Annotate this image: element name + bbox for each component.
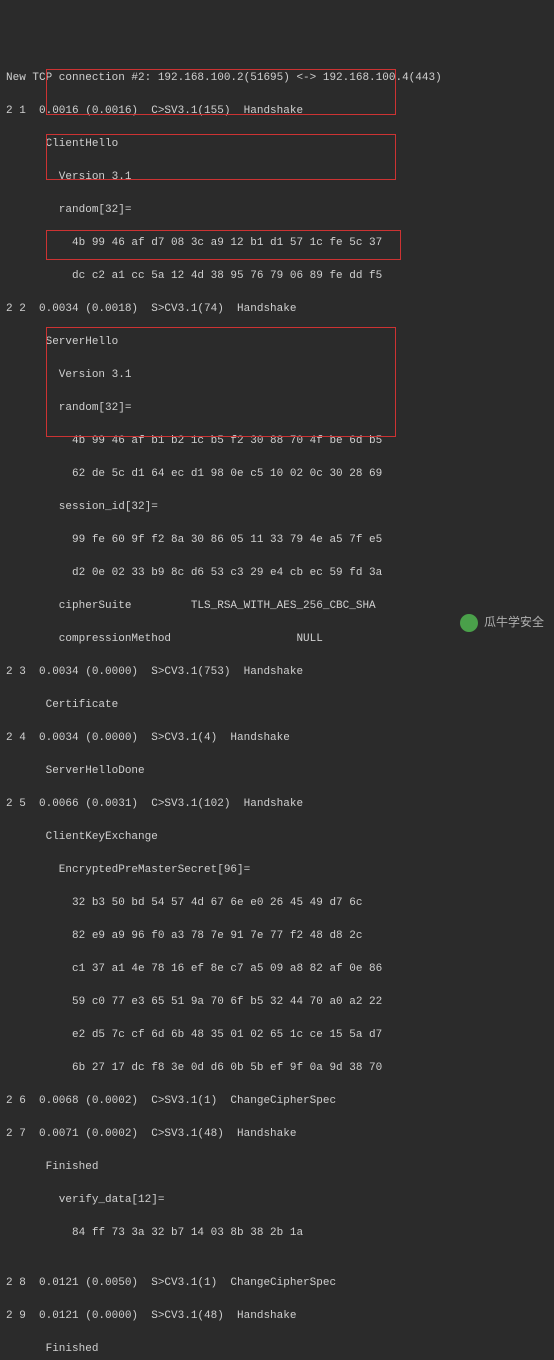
- record-2-1: 2 1 0.0016 (0.0016) C>SV3.1(155) Handsha…: [6, 103, 548, 120]
- record-2-2: 2 2 0.0034 (0.0018) S>CV3.1(74) Handshak…: [6, 301, 548, 318]
- server-random-1: 4b 99 46 af b1 b2 1c b5 f2 30 88 70 4f b…: [6, 433, 548, 450]
- server-hello-label: ServerHello: [6, 334, 548, 351]
- epms-5: e2 d5 7c cf 6d 6b 48 35 01 02 65 1c ce 1…: [6, 1027, 548, 1044]
- epms-6: 6b 27 17 dc f8 3e 0d d6 0b 5b ef 9f 0a 9…: [6, 1060, 548, 1077]
- session-id-1: 99 fe 60 9f f2 8a 30 86 05 11 33 79 4e a…: [6, 532, 548, 549]
- record-2-4: 2 4 0.0034 (0.0000) S>CV3.1(4) Handshake: [6, 730, 548, 747]
- connection-header: New TCP connection #2: 192.168.100.2(516…: [6, 70, 548, 87]
- epms-1: 32 b3 50 bd 54 57 4d 67 6e e0 26 45 49 d…: [6, 895, 548, 912]
- watermark: 瓜牛学安全: [460, 614, 544, 632]
- compression-method: compressionMethod NULL: [6, 631, 548, 648]
- client-key-exchange: ClientKeyExchange: [6, 829, 548, 846]
- certificate-label: Certificate: [6, 697, 548, 714]
- record-2-7: 2 7 0.0071 (0.0002) C>SV3.1(48) Handshak…: [6, 1126, 548, 1143]
- finished-2: Finished: [6, 1341, 548, 1358]
- server-hello-version: Version 3.1: [6, 367, 548, 384]
- client-hello-version: Version 3.1: [6, 169, 548, 186]
- epms-3: c1 37 a1 4e 78 16 ef 8e c7 a5 09 a8 82 a…: [6, 961, 548, 978]
- record-2-8: 2 8 0.0121 (0.0050) S>CV3.1(1) ChangeCip…: [6, 1275, 548, 1292]
- epms-label: EncryptedPreMasterSecret[96]=: [6, 862, 548, 879]
- record-2-5: 2 5 0.0066 (0.0031) C>SV3.1(102) Handsha…: [6, 796, 548, 813]
- client-hello-label: ClientHello: [6, 136, 548, 153]
- watermark-icon: [460, 614, 478, 632]
- client-random-1: 4b 99 46 af d7 08 3c a9 12 b1 d1 57 1c f…: [6, 235, 548, 252]
- record-2-9: 2 9 0.0121 (0.0000) S>CV3.1(48) Handshak…: [6, 1308, 548, 1325]
- cipher-suite: cipherSuite TLS_RSA_WITH_AES_256_CBC_SHA: [6, 598, 548, 615]
- verify-data-1-label: verify_data[12]=: [6, 1192, 548, 1209]
- session-id-label: session_id[32]=: [6, 499, 548, 516]
- client-random-2: dc c2 a1 cc 5a 12 4d 38 95 76 79 06 89 f…: [6, 268, 548, 285]
- session-id-2: d2 0e 02 33 b9 8c d6 53 c3 29 e4 cb ec 5…: [6, 565, 548, 582]
- record-2-6: 2 6 0.0068 (0.0002) C>SV3.1(1) ChangeCip…: [6, 1093, 548, 1110]
- finished-1: Finished: [6, 1159, 548, 1176]
- record-2-3: 2 3 0.0034 (0.0000) S>CV3.1(753) Handsha…: [6, 664, 548, 681]
- client-random-label: random[32]=: [6, 202, 548, 219]
- server-random-label: random[32]=: [6, 400, 548, 417]
- epms-2: 82 e9 a9 96 f0 a3 78 7e 91 7e 77 f2 48 d…: [6, 928, 548, 945]
- watermark-text: 瓜牛学安全: [484, 614, 544, 632]
- verify-data-1: 84 ff 73 3a 32 b7 14 03 8b 38 2b 1a: [6, 1225, 548, 1242]
- server-hello-done: ServerHelloDone: [6, 763, 548, 780]
- server-random-2: 62 de 5c d1 64 ec d1 98 0e c5 10 02 0c 3…: [6, 466, 548, 483]
- epms-4: 59 c0 77 e3 65 51 9a 70 6f b5 32 44 70 a…: [6, 994, 548, 1011]
